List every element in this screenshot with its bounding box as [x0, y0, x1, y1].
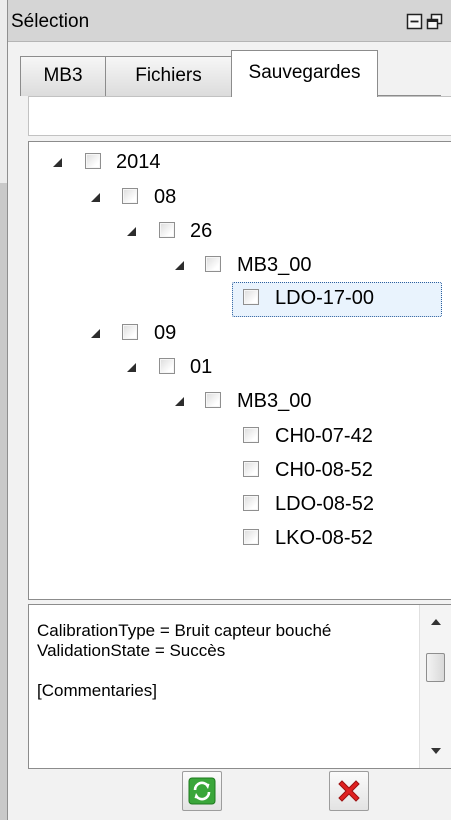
scroll-thumb[interactable]	[426, 653, 445, 682]
scroll-down-icon[interactable]	[431, 748, 441, 754]
save-tree: 2014 08 26 MB3_00 LDO-17-00 09 01 MB3_00…	[28, 141, 451, 600]
details-text: CalibrationType = Bruit capteur bouché V…	[37, 621, 332, 700]
tree-node-checkbox[interactable]	[159, 358, 175, 374]
tree-node-mb3-00[interactable]: MB3_00	[29, 386, 449, 420]
tree-node-2014[interactable]: 2014	[29, 147, 449, 181]
panel-title: Sélection	[11, 11, 90, 32]
tree-node-label: 01	[190, 356, 213, 378]
tree-node-lko-08-52[interactable]: LKO-08-52	[29, 523, 449, 557]
tree-node-label: MB3_00	[237, 390, 312, 412]
tree-node-checkbox[interactable]	[159, 222, 175, 238]
tree-node-label: 2014	[116, 151, 161, 173]
tree-node-ch0-07-42[interactable]: CH0-07-42	[29, 421, 449, 455]
tree-node-label: 26	[190, 220, 213, 242]
panel-title-bar[interactable]: Sélection	[8, 0, 451, 42]
tree-node-01[interactable]: 01	[29, 352, 449, 386]
tree-node-checkbox[interactable]	[243, 289, 259, 305]
tree-node-label: LDO-17-00	[275, 287, 374, 309]
tree-node-checkbox[interactable]	[243, 427, 259, 443]
selection-panel: Sélection MB3 Fichiers Sauvegardes 2014	[7, 0, 451, 820]
tree-node-label: CH0-07-42	[275, 425, 373, 447]
expanded-arrow-icon[interactable]	[91, 193, 100, 202]
delete-icon	[338, 780, 360, 802]
float-restore-icon[interactable]	[426, 13, 443, 30]
tab-mb3[interactable]: MB3	[20, 56, 106, 96]
details-textarea[interactable]: CalibrationType = Bruit capteur bouché V…	[28, 604, 451, 769]
tree-node-label: LDO-08-52	[275, 493, 374, 515]
tree-node-checkbox[interactable]	[205, 256, 221, 272]
left-dock-splitter[interactable]	[0, 183, 7, 820]
tree-node-checkbox[interactable]	[243, 529, 259, 545]
tree-node-mb3-00[interactable]: MB3_00	[29, 250, 449, 284]
filter-input[interactable]	[28, 96, 451, 136]
expanded-arrow-icon[interactable]	[175, 397, 184, 406]
tree-node-26[interactable]: 26	[29, 216, 449, 250]
tree-node-08[interactable]: 08	[29, 182, 449, 216]
tree-node-checkbox[interactable]	[122, 324, 138, 340]
refresh-icon	[188, 777, 216, 805]
tree-node-ch0-08-52[interactable]: CH0-08-52	[29, 455, 449, 489]
tab-bar: MB3 Fichiers Sauvegardes	[8, 42, 451, 97]
tree-node-ldo-17-00[interactable]: LDO-17-00	[29, 283, 449, 317]
minimize-icon[interactable]	[406, 13, 423, 30]
tree-node-checkbox[interactable]	[205, 392, 221, 408]
left-dock-edge	[0, 0, 7, 820]
tree-node-checkbox[interactable]	[243, 495, 259, 511]
tab-sauvegardes[interactable]: Sauvegardes	[231, 50, 378, 97]
refresh-button[interactable]	[182, 771, 222, 811]
tree-node-checkbox[interactable]	[243, 461, 259, 477]
tab-fichiers[interactable]: Fichiers	[105, 56, 232, 96]
tree-node-label: 08	[154, 186, 177, 208]
delete-button[interactable]	[329, 771, 369, 811]
scroll-up-icon[interactable]	[431, 619, 441, 625]
tree-node-label: CH0-08-52	[275, 459, 373, 481]
details-scrollbar[interactable]	[419, 605, 451, 768]
expanded-arrow-icon[interactable]	[127, 227, 136, 236]
expanded-arrow-icon[interactable]	[91, 329, 100, 338]
expanded-arrow-icon[interactable]	[127, 363, 136, 372]
tree-node-label: MB3_00	[237, 254, 312, 276]
expanded-arrow-icon[interactable]	[175, 261, 184, 270]
tree-node-checkbox[interactable]	[122, 188, 138, 204]
tree-node-label: LKO-08-52	[275, 527, 373, 549]
tree-node-ldo-08-52[interactable]: LDO-08-52	[29, 489, 449, 523]
expanded-arrow-icon[interactable]	[53, 158, 62, 167]
tree-node-checkbox[interactable]	[85, 153, 101, 169]
tree-node-09[interactable]: 09	[29, 318, 449, 352]
tree-node-label: 09	[154, 322, 177, 344]
